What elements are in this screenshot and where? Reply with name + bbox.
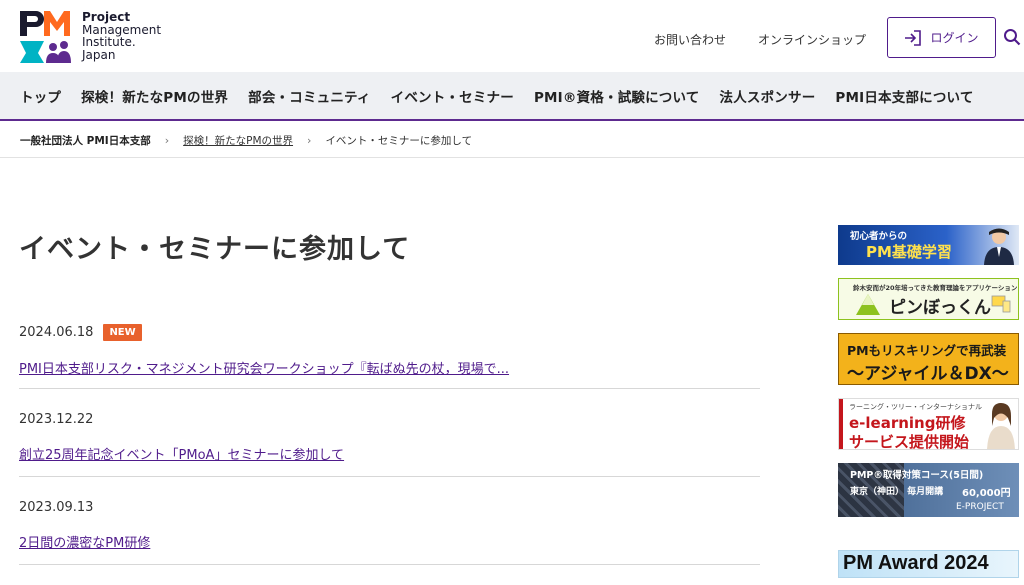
person-photo-icon <box>984 228 1014 265</box>
post-title-link[interactable]: 創立25周年記念イベント「PMoA」セミナーに参加して <box>19 444 760 463</box>
divider <box>19 564 760 565</box>
banner-elearning[interactable]: ラーニング・ツリー・インターナショナル e-learning研修 サービス提供開… <box>838 398 1019 450</box>
banner-pm-award[interactable]: PM Award 2024 <box>838 550 1019 578</box>
pyramid-icon <box>856 294 880 315</box>
list-item: 2024.06.18 NEW PMI日本支部リスク・マネジメント研究会ワークショ… <box>19 324 760 377</box>
banner-label: PM Award 2024 <box>843 552 989 574</box>
banner-line: 鈴木安而が20年培ってきた教育理論をアプリケーションに！ <box>853 284 1019 292</box>
online-shop-link[interactable]: オンラインショップ <box>758 31 866 48</box>
banner-brand: E-PROJECT <box>956 502 1004 512</box>
login-icon <box>905 29 922 46</box>
search-icon[interactable] <box>1003 28 1021 46</box>
banner-line: e-learning研修 <box>849 414 966 432</box>
chevron-right-icon: › <box>307 133 312 147</box>
nav-item-about[interactable]: PMI日本支部について <box>825 86 983 106</box>
banner-pinbokkun[interactable]: 鈴木安而が20年培ってきた教育理論をアプリケーションに！ ピンぼっくん <box>838 278 1019 320</box>
post-date: 2023.12.22 <box>19 412 94 427</box>
breadcrumb-current: イベント・セミナーに参加して <box>325 134 473 147</box>
banner-pmp-course[interactable]: PMP®取得対策コース(5日間) 東京（神田） 毎月開講 60,000円 E-P… <box>838 463 1019 517</box>
logo-wordmark: Project Management Institute. Japan <box>82 11 161 61</box>
banner-line: PM基礎学習 <box>866 243 952 261</box>
login-button[interactable]: ログイン <box>887 17 996 58</box>
new-badge: NEW <box>103 324 142 341</box>
site-header: Project Management Institute. Japan お問い合… <box>0 0 1024 72</box>
banner-line: ラーニング・ツリー・インターナショナル <box>849 403 982 411</box>
banner-line: PMP®取得対策コース(5日間) <box>850 470 984 481</box>
nav-item-top[interactable]: トップ <box>10 86 71 106</box>
banner-reskilling[interactable]: PMもリスキリングで再武装 〜アジャイル＆DX〜 <box>838 333 1019 385</box>
logo-line-1: Project <box>82 10 131 24</box>
breadcrumb-home[interactable]: 一般社団法人 PMI日本支部 <box>20 133 151 148</box>
banner-line: ピンぼっくん <box>889 298 991 318</box>
banner-price: 60,000円 <box>962 488 1011 499</box>
devices-icon <box>991 295 1011 313</box>
post-title-link[interactable]: 2日間の濃密なPM研修 <box>19 532 760 551</box>
page-title: イベント・セミナーに参加して <box>19 234 411 265</box>
banner-pm-basics[interactable]: 初心者からの PM基礎学習 <box>838 225 1019 265</box>
nav-item-events[interactable]: イベント・セミナー <box>381 86 524 106</box>
chevron-right-icon: › <box>164 133 170 147</box>
nav-item-sponsors[interactable]: 法人スポンサー <box>710 86 826 106</box>
pmi-logo-icon <box>20 11 71 63</box>
nav-item-community[interactable]: 部会・コミュニティ <box>238 86 381 106</box>
global-nav: トップ 探検！新たなPMの世界 部会・コミュニティ イベント・セミナー PMI®… <box>0 72 1024 121</box>
breadcrumb-parent[interactable]: 探検！新たなPMの世界 <box>183 133 293 148</box>
list-item: 2023.09.13 2日間の濃密なPM研修 <box>19 500 760 551</box>
contact-link[interactable]: お問い合わせ <box>654 31 726 48</box>
banner-line: PMもリスキリングで再武装 <box>847 343 1007 358</box>
breadcrumb: 一般社団法人 PMI日本支部 › 探検！新たなPMの世界 › イベント・セミナー… <box>0 123 1024 158</box>
post-date: 2024.06.18 <box>19 325 94 340</box>
login-label: ログイン <box>930 31 979 45</box>
banner-line: サービス提供開始 <box>849 433 970 450</box>
list-item: 2023.12.22 創立25周年記念イベント「PMoA」セミナーに参加して <box>19 412 760 463</box>
divider <box>19 476 760 477</box>
pmi-japan-logo[interactable]: Project Management Institute. Japan <box>20 9 180 65</box>
person-photo-icon <box>987 403 1015 449</box>
post-title-link[interactable]: PMI日本支部リスク・マネジメント研究会ワークショップ『転ばぬ先の杖，現場で..… <box>19 358 760 377</box>
banner-line: 初心者からの <box>850 231 908 242</box>
post-date: 2023.09.13 <box>19 500 94 515</box>
divider <box>19 388 760 389</box>
banner-line: 東京（神田） 毎月開講 <box>850 487 944 497</box>
nav-item-explore[interactable]: 探検！新たなPMの世界 <box>71 86 238 106</box>
logo-line-4: Japan <box>82 47 116 62</box>
banner-line: 〜アジャイル＆DX〜 <box>847 364 1009 384</box>
logo-line-3: Institute. <box>82 35 136 49</box>
nav-item-certification[interactable]: PMI®資格・試験について <box>524 86 710 106</box>
